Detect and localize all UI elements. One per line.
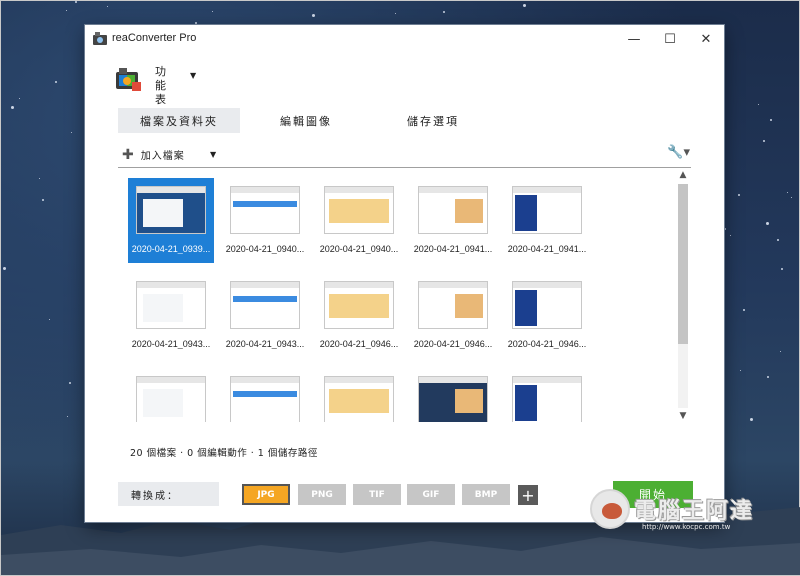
tab-label: 儲存選項 <box>407 114 459 128</box>
thumbnail-image <box>230 376 300 422</box>
status-summary: 20 個檔案 · 0 個編輯動作 · 1 個儲存路徑 <box>130 448 318 459</box>
main-menu-button[interactable]: 功能表 ▼ <box>116 62 236 106</box>
thumbnail-label: 2020-04-21_0943... <box>131 339 211 349</box>
thumbnail-image <box>418 376 488 422</box>
thumbnail-item[interactable]: 2020-04-21_0943... <box>222 273 308 358</box>
thumbnail-label: 2020-04-21_0946... <box>319 339 399 349</box>
title-bar[interactable]: reaConverter Pro — ☐ ✕ <box>85 25 724 53</box>
file-toolbar: ✚ 加入檔案 ▼ 🔧▾ <box>122 145 690 165</box>
wrench-icon[interactable]: 🔧▾ <box>667 145 690 160</box>
app-window: reaConverter Pro — ☐ ✕ 功能表 ▼ 檔案及資料夾 編輯圖像… <box>85 25 724 522</box>
thumbnail-item[interactable] <box>504 368 590 422</box>
thumbnail-image <box>512 376 582 422</box>
window-title: reaConverter Pro <box>112 32 197 44</box>
thumbnail-item[interactable] <box>410 368 496 422</box>
convert-to-label: 轉換成： <box>118 482 219 506</box>
add-files-button[interactable]: ✚ 加入檔案 <box>122 146 185 163</box>
thumbnail-image <box>230 186 300 234</box>
thumbnail-image <box>136 281 206 329</box>
plus-icon: ✚ <box>122 146 135 163</box>
thumbnail-image <box>512 281 582 329</box>
thumbnail-item[interactable] <box>128 368 214 422</box>
thumbnail-item[interactable]: 2020-04-21_0943... <box>128 273 214 358</box>
chevron-down-icon: ▼ <box>190 71 197 80</box>
add-format-button[interactable]: + <box>518 485 538 505</box>
scroll-down-icon[interactable]: ▼ <box>675 409 691 423</box>
tab-label: 檔案及資料夾 <box>140 114 218 128</box>
thumbnail-image <box>136 376 206 422</box>
maximize-button[interactable]: ☐ <box>652 25 688 53</box>
tab-save-options[interactable]: 儲存選項 <box>378 108 488 133</box>
add-files-label: 加入檔案 <box>140 151 185 162</box>
camera-app-icon <box>116 68 141 91</box>
menu-label: 功能表 <box>155 65 166 106</box>
thumbnail-label: 2020-04-21_0946... <box>413 339 493 349</box>
thumbnail-label: 2020-04-21_0946... <box>507 339 587 349</box>
thumbnail-image <box>230 281 300 329</box>
thumbnail-item[interactable]: 2020-04-21_0940... <box>316 178 402 263</box>
thumbnail-label: 2020-04-21_0939... <box>131 244 211 254</box>
format-gif-button[interactable]: GIF <box>407 484 455 505</box>
thumbnail-image <box>512 186 582 234</box>
minimize-button[interactable]: — <box>616 25 652 53</box>
format-tif-button[interactable]: TIF <box>353 484 401 505</box>
thumbnail-item[interactable]: 2020-04-21_0946... <box>410 273 496 358</box>
thumbnail-label: 2020-04-21_0941... <box>413 244 493 254</box>
thumbnail-grid: 2020-04-21_0939... 2020-04-21_0940... 2020… <box>125 178 680 422</box>
thumbnail-item[interactable] <box>222 368 308 422</box>
tab-files-folders[interactable]: 檔案及資料夾 <box>118 108 240 133</box>
scroll-thumb[interactable] <box>678 184 688 344</box>
format-jpg-button[interactable]: JPG <box>242 484 290 505</box>
start-button[interactable]: 開始 <box>613 481 693 508</box>
vertical-scrollbar[interactable]: ▲ ▼ <box>675 168 691 423</box>
thumbnail-image <box>136 186 206 234</box>
thumbnail-label: 2020-04-21_0940... <box>225 244 305 254</box>
thumbnail-image <box>324 281 394 329</box>
thumbnail-label: 2020-04-21_0941... <box>507 244 587 254</box>
thumbnail-image <box>324 186 394 234</box>
thumbnail-item[interactable]: 2020-04-21_0946... <box>504 273 590 358</box>
thumbnail-label: 2020-04-21_0943... <box>225 339 305 349</box>
thumbnail-item[interactable]: 2020-04-21_0939... <box>128 178 214 263</box>
format-png-button[interactable]: PNG <box>298 484 346 505</box>
app-logo-icon <box>93 32 107 45</box>
thumbnail-item[interactable]: 2020-04-21_0941... <box>410 178 496 263</box>
divider <box>118 167 691 168</box>
thumbnail-image <box>418 186 488 234</box>
tab-label: 編輯圖像 <box>280 114 332 128</box>
add-files-dropdown[interactable]: ▼ <box>210 150 216 159</box>
thumbnail-item[interactable]: 2020-04-21_0940... <box>222 178 308 263</box>
thumbnail-item[interactable]: 2020-04-21_0946... <box>316 273 402 358</box>
thumbnail-label: 2020-04-21_0940... <box>319 244 399 254</box>
scroll-up-icon[interactable]: ▲ <box>675 168 691 182</box>
thumbnail-image <box>324 376 394 422</box>
tab-edit-images[interactable]: 編輯圖像 <box>251 108 361 133</box>
close-button[interactable]: ✕ <box>688 25 724 53</box>
thumbnail-item[interactable]: 2020-04-21_0941... <box>504 178 590 263</box>
format-bmp-button[interactable]: BMP <box>462 484 510 505</box>
thumbnail-item[interactable] <box>316 368 402 422</box>
thumbnail-image <box>418 281 488 329</box>
